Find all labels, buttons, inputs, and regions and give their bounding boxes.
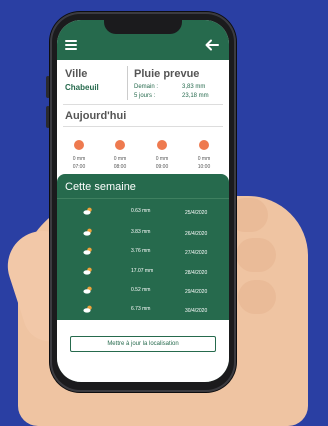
cloud-sun-icon xyxy=(83,207,92,215)
hamburger-menu-icon[interactable] xyxy=(65,40,77,50)
forecast-5days: 5 jours : 23,18 mm xyxy=(134,93,226,99)
hour-item: 0 mm 10:00 xyxy=(189,140,219,170)
sun-icon xyxy=(199,140,209,150)
finger xyxy=(236,238,276,272)
hour-amount: 0 mm xyxy=(72,156,86,162)
city-name: Chabeuil xyxy=(65,83,99,92)
finger xyxy=(238,280,276,314)
forecast-tomorrow-label: Demain : xyxy=(134,84,159,90)
day-amount: 3.83 mm xyxy=(131,229,151,235)
day-date: 28/4/2020 xyxy=(185,270,208,276)
week-title: Cette semaine xyxy=(65,181,136,193)
cloud-sun-icon xyxy=(83,286,92,294)
divider xyxy=(63,126,223,127)
app-header xyxy=(57,20,229,60)
forecast-tomorrow: Demain : 3,83 mm xyxy=(134,84,226,90)
day-amount: 17.07 mm xyxy=(131,268,154,274)
hour-amount: 0 mm xyxy=(197,156,211,162)
hour-item: 0 mm 07:00 xyxy=(64,140,94,170)
phone-notch xyxy=(104,20,182,34)
day-row: 3.76 mm 27/4/2020 xyxy=(57,245,229,263)
forecast-title: Pluie prevue xyxy=(134,68,200,80)
forecast-5days-label: 5 jours : xyxy=(134,93,156,99)
day-amount: 3.76 mm xyxy=(131,248,151,254)
sun-icon xyxy=(115,140,125,150)
cloud-sun-icon xyxy=(83,305,92,313)
day-date: 26/4/2020 xyxy=(185,231,208,237)
day-row: 0.63 mm 25/4/2020 xyxy=(57,205,229,223)
divider xyxy=(63,104,223,105)
update-location-button[interactable]: Mettre à jour la localisation xyxy=(70,336,216,352)
hour-time: 08:00 xyxy=(113,164,127,170)
divider xyxy=(57,198,229,199)
day-amount: 6.73 mm xyxy=(131,306,151,312)
footer: Mettre à jour la localisation xyxy=(57,320,229,382)
cloud-sun-icon xyxy=(83,267,92,275)
hour-item: 0 mm 09:00 xyxy=(147,140,177,170)
hour-time: 07:00 xyxy=(72,164,86,170)
forecast-5days-value: 23,18 mm xyxy=(182,93,209,99)
arrow-left-icon[interactable] xyxy=(205,38,219,52)
sun-icon xyxy=(74,140,84,150)
today-title: Aujourd'hui xyxy=(65,110,127,122)
day-amount: 0.63 mm xyxy=(131,208,151,214)
day-row: 6.73 mm 30/4/2020 xyxy=(57,303,229,321)
day-row: 17.07 mm 28/4/2020 xyxy=(57,265,229,283)
hour-amount: 0 mm xyxy=(155,156,169,162)
forecast-tomorrow-value: 3,83 mm xyxy=(182,84,206,90)
day-date: 27/4/2020 xyxy=(185,250,208,256)
vertical-divider xyxy=(127,66,128,100)
cloud-sun-icon xyxy=(83,228,92,236)
day-date: 30/4/2020 xyxy=(185,308,208,314)
hour-item: 0 mm 08:00 xyxy=(105,140,135,170)
city-label: Ville xyxy=(65,68,88,80)
sun-icon xyxy=(157,140,167,150)
cloud-sun-icon xyxy=(83,247,92,255)
hour-amount: 0 mm xyxy=(113,156,127,162)
day-amount: 0.52 mm xyxy=(131,287,151,293)
hour-time: 09:00 xyxy=(155,164,169,170)
day-row: 0.52 mm 29/4/2020 xyxy=(57,284,229,302)
day-row: 3.83 mm 26/4/2020 xyxy=(57,226,229,244)
phone-screen: Ville Chabeuil Pluie prevue Demain : 3,8… xyxy=(57,20,229,382)
day-date: 25/4/2020 xyxy=(185,210,208,216)
day-date: 29/4/2020 xyxy=(185,289,208,295)
hour-time: 10:00 xyxy=(197,164,211,170)
